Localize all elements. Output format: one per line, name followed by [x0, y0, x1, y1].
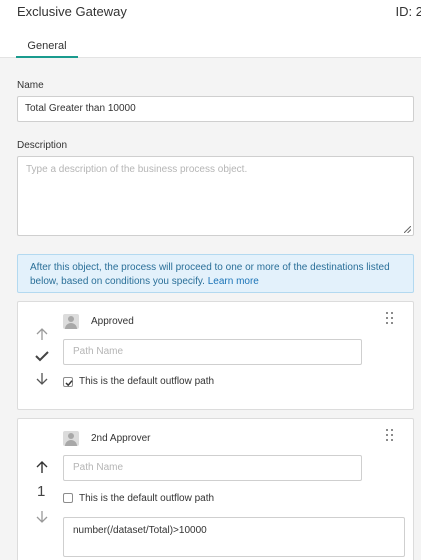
panel-header: Exclusive Gateway ID: 2 — [0, 0, 421, 24]
drag-handle-icon[interactable] — [386, 429, 394, 441]
path-name-input[interactable]: Path Name — [63, 455, 362, 481]
move-up-arrow-icon[interactable] — [35, 460, 49, 474]
name-label: Name — [17, 80, 44, 91]
check-icon — [35, 351, 49, 362]
description-textarea[interactable]: Type a description of the business proce… — [17, 156, 414, 236]
move-down-arrow-icon[interactable] — [35, 510, 49, 524]
tab-bar: General — [0, 36, 421, 58]
tab-general[interactable]: General — [16, 36, 78, 58]
panel-title: Exclusive Gateway — [17, 4, 127, 19]
default-path-label: This is the default outflow path — [79, 376, 215, 387]
description-label: Description — [17, 140, 68, 151]
name-input[interactable]: Total Greater than 10000 — [17, 96, 414, 122]
destination-card: Approved Path Name This is the default o… — [17, 301, 414, 410]
info-banner: After this object, the process will proc… — [17, 254, 414, 293]
learn-more-link[interactable]: Learn more — [208, 276, 259, 287]
resize-grip-icon[interactable] — [404, 226, 411, 233]
condition-input[interactable]: number(/dataset/Total)>10000 — [63, 517, 405, 557]
description-placeholder: Type a description of the business proce… — [26, 164, 248, 175]
user-icon — [63, 314, 79, 329]
object-id: ID: 2 — [395, 4, 421, 19]
destination-name: Approved — [91, 316, 134, 327]
path-name-input[interactable]: Path Name — [63, 339, 362, 365]
drag-handle-icon[interactable] — [386, 312, 394, 324]
order-number: 1 — [37, 483, 46, 500]
default-path-checkbox[interactable] — [63, 493, 73, 503]
destination-name: 2nd Approver — [91, 433, 151, 444]
move-down-arrow-icon[interactable] — [35, 372, 49, 386]
user-icon — [63, 431, 79, 446]
default-path-checkbox[interactable] — [63, 377, 73, 387]
default-path-label: This is the default outflow path — [79, 493, 215, 504]
move-up-arrow-icon[interactable] — [35, 327, 49, 341]
destination-card: 2nd Approver 1 Path Name This is the def… — [17, 418, 414, 560]
